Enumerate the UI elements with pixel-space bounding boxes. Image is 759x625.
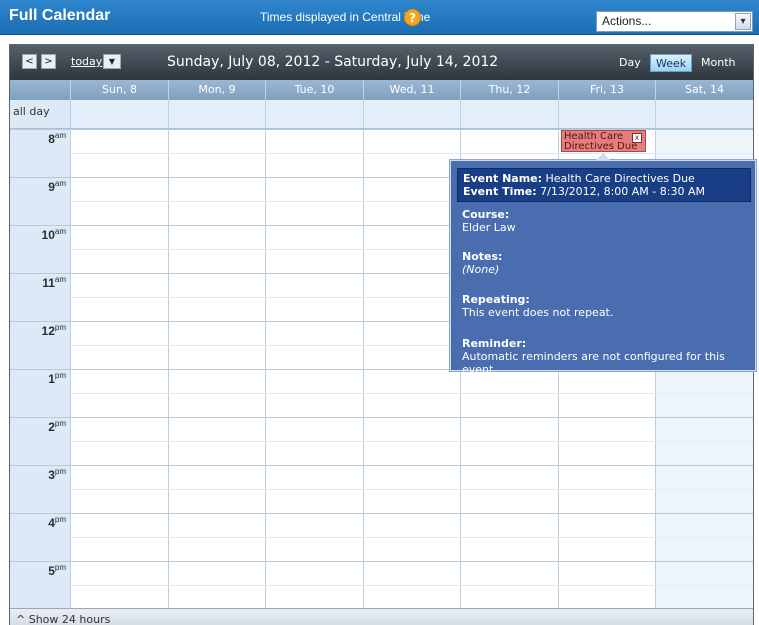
half-hour-gridline xyxy=(70,585,753,586)
actions-select-value: Actions... xyxy=(602,14,652,28)
hour-label: 10am xyxy=(41,227,66,242)
popup-pointer xyxy=(595,153,611,161)
show-24-hours-label: Show 24 hours xyxy=(28,613,111,625)
event-time-label: Event Time: xyxy=(463,185,537,198)
hour-gridline xyxy=(10,513,753,514)
hour-label: 11am xyxy=(42,275,66,290)
event-name-label: Event Name: xyxy=(463,172,543,185)
allday-cell-sat[interactable] xyxy=(655,100,753,129)
reminder-value: Automatic reminders are not configured f… xyxy=(462,350,725,376)
calendar-toolbar: < > today ▼ Sunday, July 08, 2012 - Satu… xyxy=(10,45,753,80)
hour-label: 4pm xyxy=(48,515,66,530)
hour-label: 9am xyxy=(48,179,66,194)
allday-cell-thu[interactable] xyxy=(460,100,558,129)
day-header-tue: Tue, 10 xyxy=(265,80,363,100)
half-hour-gridline xyxy=(70,537,753,538)
header-corner xyxy=(10,80,70,100)
repeating-section: Repeating: This event does not repeat. xyxy=(462,293,613,319)
page-title: Full Calendar xyxy=(9,7,111,24)
chevron-up-icon: ^ xyxy=(16,613,26,625)
day-header-thu: Thu, 12 xyxy=(460,80,558,100)
half-hour-gridline xyxy=(70,489,753,490)
event-details-popup: Event Name: Health Care Directives Due E… xyxy=(450,153,756,376)
date-range-title: Sunday, July 08, 2012 - Saturday, July 1… xyxy=(167,54,499,70)
view-month-button[interactable]: Month xyxy=(696,54,740,72)
notes-value: (None) xyxy=(462,263,500,276)
hour-label: 2pm xyxy=(48,419,66,434)
repeating-label: Repeating: xyxy=(462,293,530,306)
repeating-value: This event does not repeat. xyxy=(462,306,614,319)
show-24-hours-toggle[interactable]: ^ Show 24 hours xyxy=(10,608,753,625)
allday-label: all day xyxy=(10,100,70,129)
hour-label: 8am xyxy=(48,131,66,146)
hour-gridline xyxy=(10,417,753,418)
close-icon[interactable]: x xyxy=(632,133,642,143)
event-name-value: Health Care Directives Due xyxy=(545,172,695,185)
today-link[interactable]: today xyxy=(71,55,102,68)
allday-cell-tue[interactable] xyxy=(265,100,363,129)
notes-label: Notes: xyxy=(462,250,503,263)
half-hour-gridline xyxy=(70,393,753,394)
notes-section: Notes: (None) xyxy=(462,250,502,276)
day-header-fri: Fri, 13 xyxy=(558,80,655,100)
hour-label: 3pm xyxy=(48,467,66,482)
allday-cell-fri[interactable] xyxy=(558,100,655,129)
hour-label: 12pm xyxy=(41,323,66,338)
hour-label: 1pm xyxy=(48,371,66,386)
allday-cell-sun[interactable] xyxy=(70,100,168,129)
hour-label: 5pm xyxy=(48,563,66,578)
day-header-sat: Sat, 14 xyxy=(655,80,753,100)
next-week-button[interactable]: > xyxy=(41,54,56,69)
chevron-down-icon[interactable]: ▾ xyxy=(735,13,751,30)
course-section: Course: Elder Law xyxy=(462,208,516,234)
day-header-wed: Wed, 11 xyxy=(363,80,460,100)
help-icon[interactable]: ? xyxy=(404,9,421,26)
hour-gridline xyxy=(10,465,753,466)
event-label: Health Care Directives Due xyxy=(564,131,638,152)
hour-gridline xyxy=(10,561,753,562)
app-header: Full Calendar Times displayed in Central… xyxy=(0,0,759,35)
day-header-sun: Sun, 8 xyxy=(70,80,168,100)
day-header-mon: Mon, 9 xyxy=(168,80,265,100)
half-hour-gridline xyxy=(70,441,753,442)
view-day-button[interactable]: Day xyxy=(614,54,646,72)
course-value: Elder Law xyxy=(462,221,516,234)
prev-week-button[interactable]: < xyxy=(22,54,37,69)
reminder-label: Reminder: xyxy=(462,337,527,350)
calendar-event[interactable]: Health Care Directives Due x xyxy=(561,130,646,152)
actions-select[interactable]: Actions... ▾ xyxy=(596,11,753,32)
date-dropdown-button[interactable]: ▼ xyxy=(103,54,121,69)
allday-cell-mon[interactable] xyxy=(168,100,265,129)
event-time-value: 7/13/2012, 8:00 AM - 8:30 AM xyxy=(540,185,705,198)
view-week-button[interactable]: Week xyxy=(650,54,693,72)
reminder-section: Reminder: Automatic reminders are not co… xyxy=(462,337,755,376)
allday-cell-wed[interactable] xyxy=(363,100,460,129)
popup-header: Event Name: Health Care Directives Due E… xyxy=(457,168,751,202)
half-hour-gridline xyxy=(70,153,753,154)
course-label: Course: xyxy=(462,208,510,221)
